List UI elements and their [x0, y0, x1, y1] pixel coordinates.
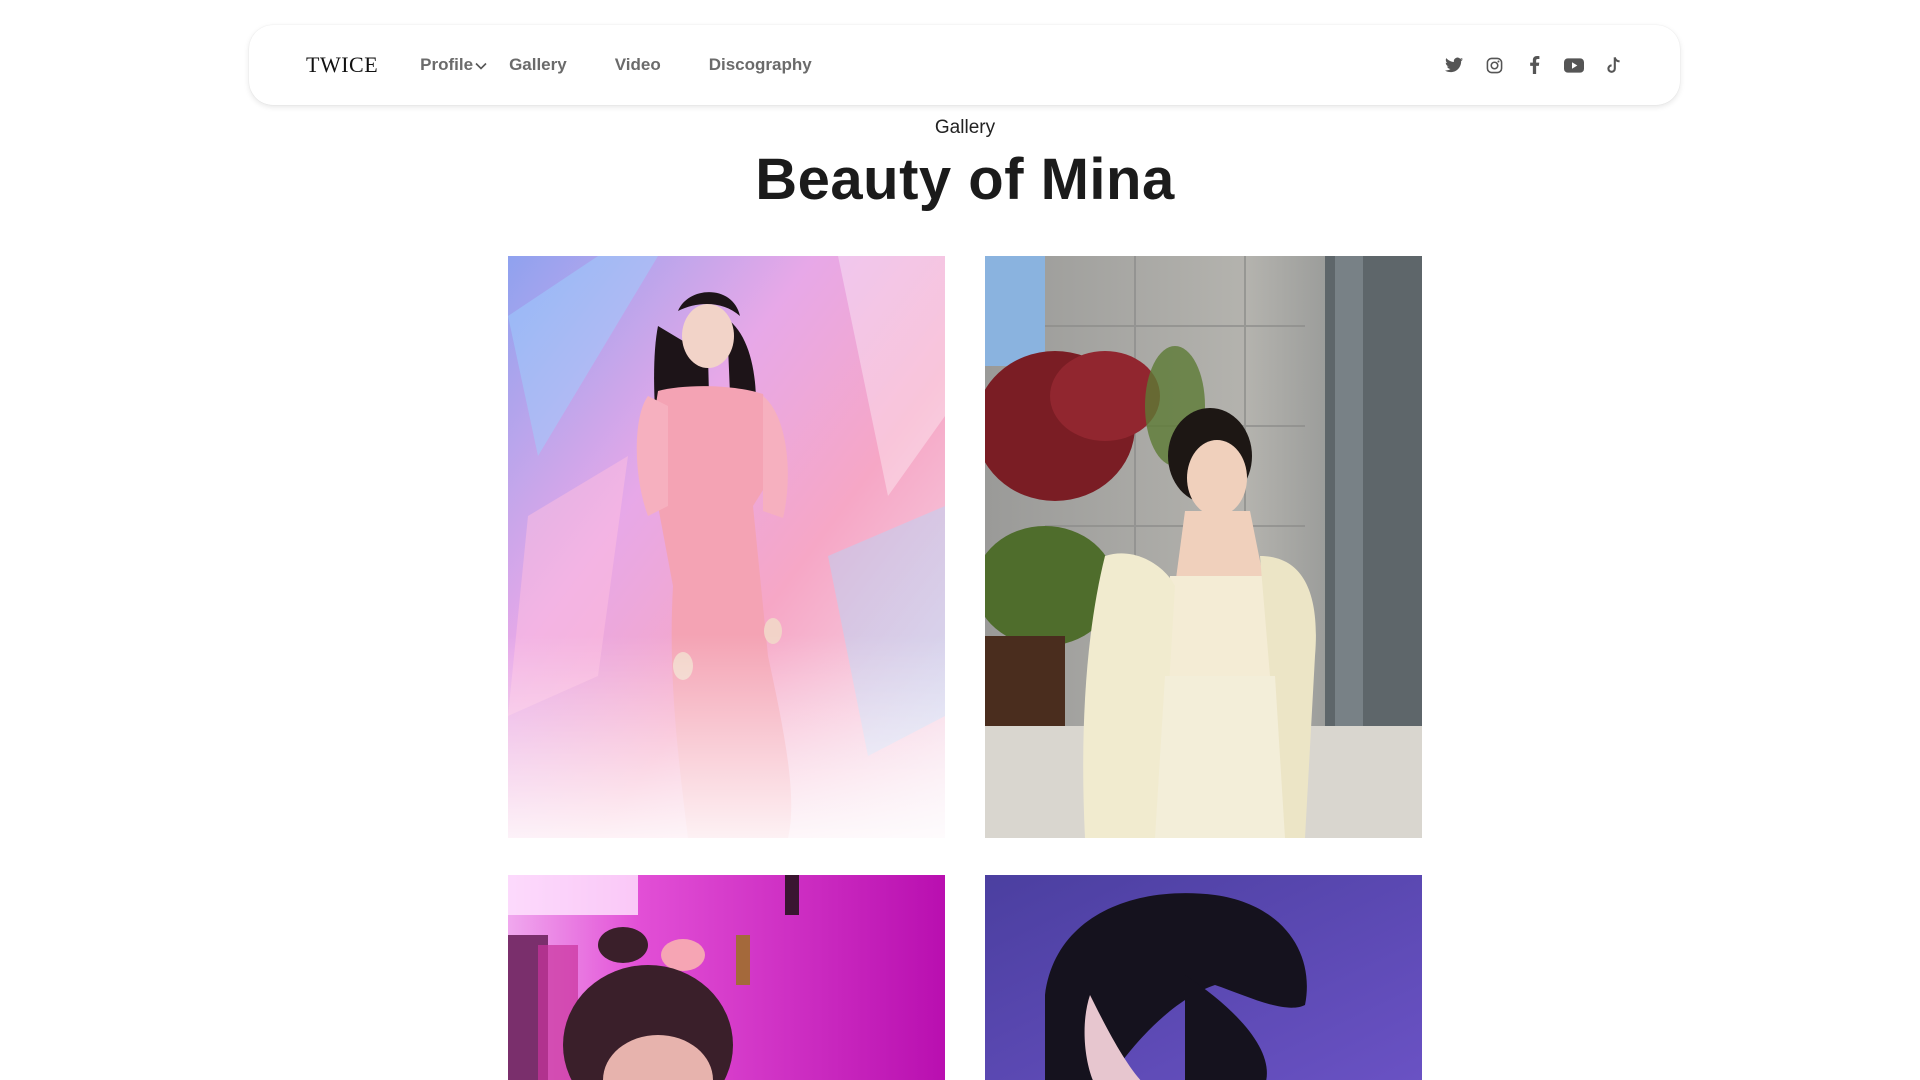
- page-title: Beauty of Mina: [755, 147, 1175, 212]
- tiktok-icon[interactable]: [1604, 55, 1624, 75]
- nav-profile-label: Profile: [420, 55, 474, 74]
- gallery-photo-magenta-room[interactable]: [508, 875, 945, 1080]
- page: TWICE Profile Gallery Video Discography: [0, 0, 1920, 1080]
- top-navbar: TWICE Profile Gallery Video Discography: [249, 25, 1680, 105]
- instagram-icon[interactable]: [1484, 55, 1504, 75]
- youtube-icon[interactable]: [1564, 55, 1584, 75]
- nav-video[interactable]: Video: [615, 55, 661, 75]
- gallery-photo-purple-backdrop[interactable]: [985, 875, 1422, 1080]
- twitter-icon[interactable]: [1444, 55, 1464, 75]
- gallery-photo-pink-dress[interactable]: [508, 256, 945, 838]
- chevron-down-icon: [475, 56, 487, 76]
- section-kicker: Gallery: [934, 117, 996, 138]
- twice-logo[interactable]: TWICE: [306, 52, 378, 78]
- nav-discography[interactable]: Discography: [709, 55, 812, 75]
- gallery-photo-cream-jacket[interactable]: [985, 256, 1422, 838]
- nav-gallery[interactable]: Gallery: [509, 55, 567, 75]
- social-links: [1444, 55, 1624, 75]
- nav-profile-dropdown[interactable]: Profile: [420, 54, 487, 76]
- nav-links: Profile Gallery Video Discography: [420, 25, 812, 105]
- facebook-icon[interactable]: [1524, 55, 1544, 75]
